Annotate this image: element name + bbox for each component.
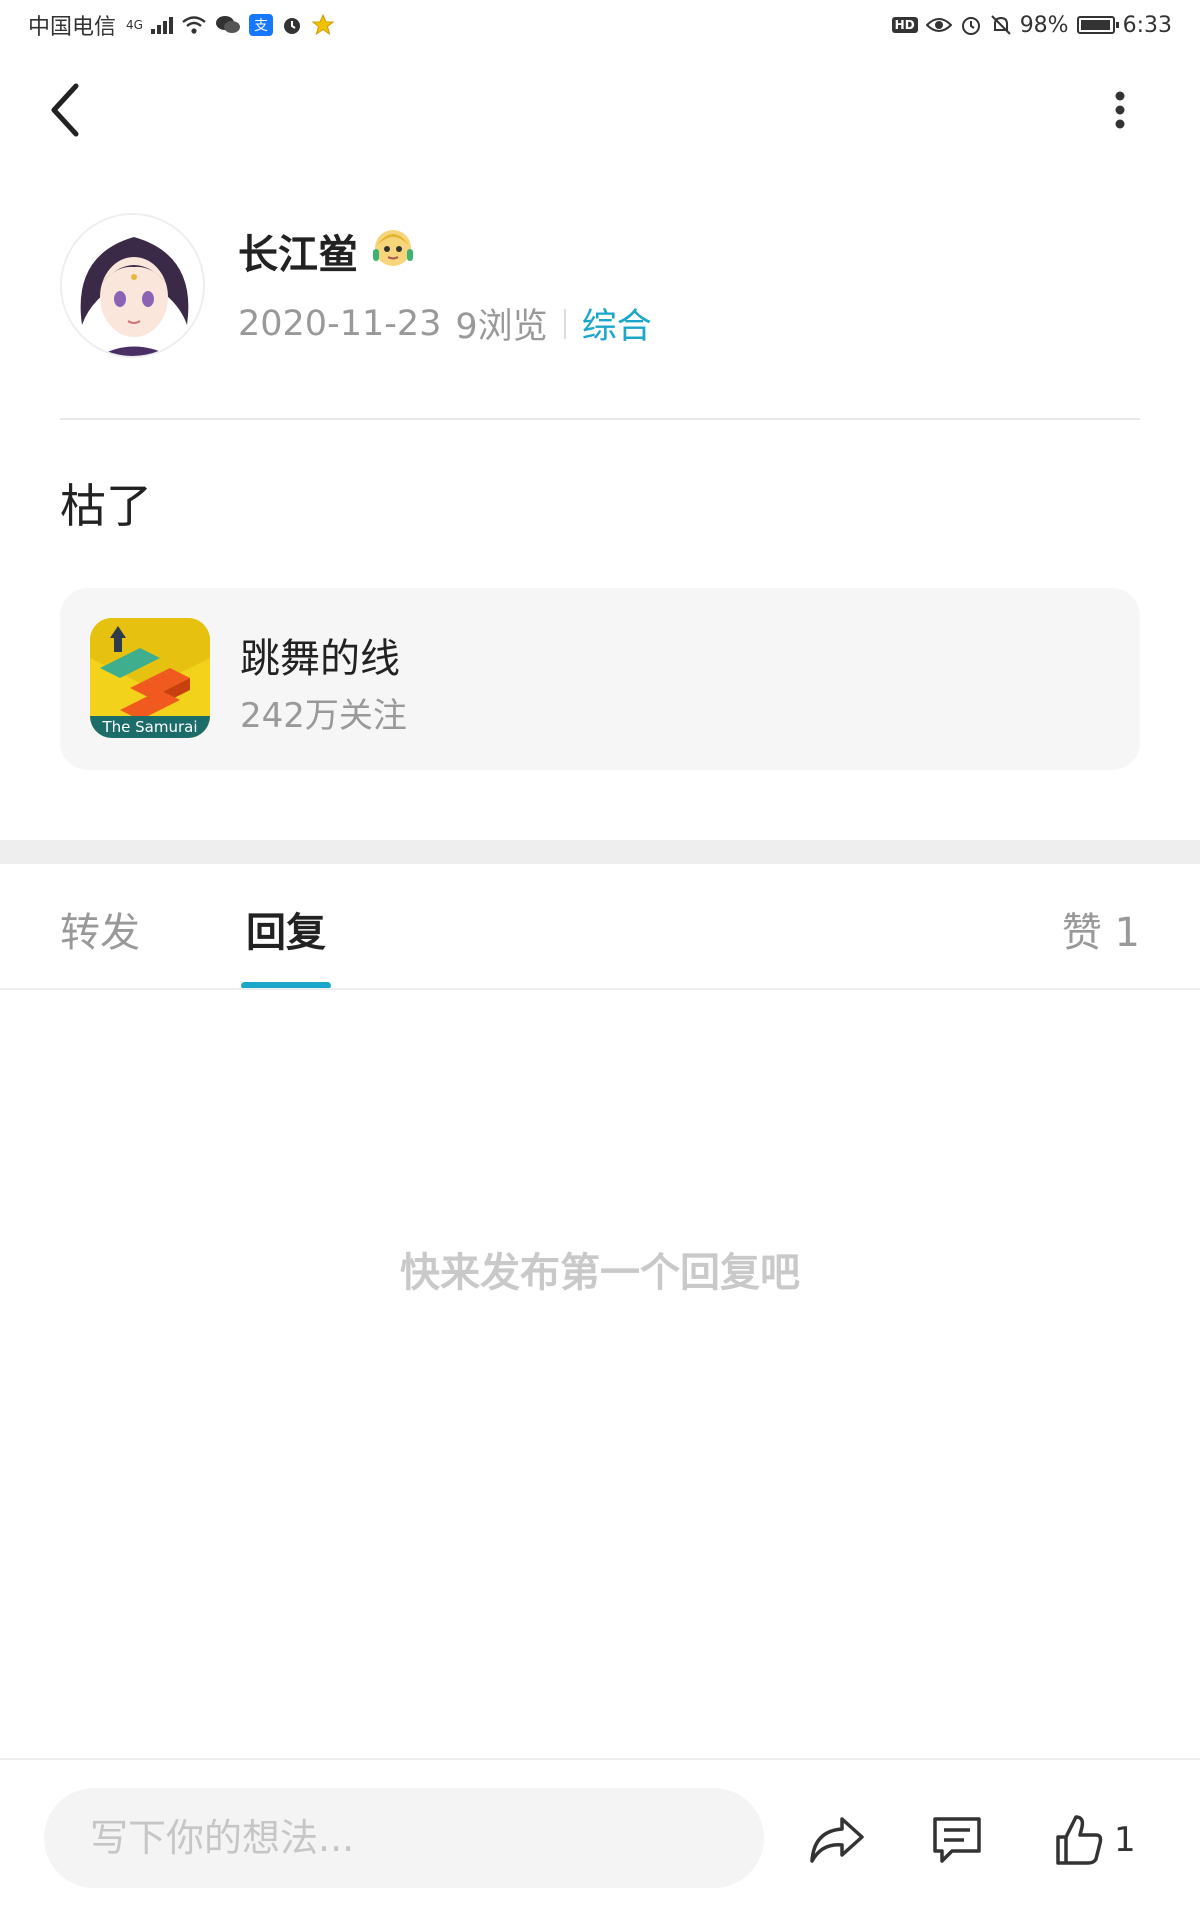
network-type: 4G bbox=[126, 18, 143, 32]
game-name: 跳舞的线 bbox=[240, 636, 400, 682]
alarm-clock-icon bbox=[960, 14, 982, 36]
comment-button[interactable] bbox=[930, 1808, 984, 1872]
category-link[interactable]: 综合 bbox=[582, 298, 652, 349]
tab-forward[interactable]: 转发 bbox=[60, 900, 140, 958]
status-bar: 中国电信 4G 支 HD 98% 6:33 bbox=[0, 0, 1200, 50]
meta-separator bbox=[563, 308, 566, 339]
status-bar-left: 中国电信 4G 支 bbox=[28, 9, 335, 41]
game-card[interactable]: The Samurai 跳舞的线 242万关注 bbox=[60, 588, 1140, 770]
view-count: 9浏览 bbox=[455, 307, 548, 347]
back-button[interactable] bbox=[40, 80, 90, 140]
more-vertical-icon bbox=[1115, 91, 1125, 129]
tab-reply[interactable]: 回复 bbox=[246, 900, 326, 958]
mute-icon bbox=[990, 14, 1012, 36]
author-name-row: 长江鲎 bbox=[238, 222, 416, 280]
section-separator bbox=[0, 840, 1200, 864]
author-divider bbox=[60, 418, 1140, 420]
empty-replies-message: 快来发布第一个回复吧 bbox=[400, 1250, 800, 1296]
author-name[interactable]: 长江鲎 bbox=[238, 222, 358, 280]
wifi-icon bbox=[181, 15, 207, 35]
post-content: 枯了 bbox=[60, 479, 152, 533]
alipay-icon: 支 bbox=[248, 14, 273, 36]
user-badge-icon bbox=[370, 223, 416, 279]
star-app-icon bbox=[311, 13, 335, 37]
signal-icon bbox=[150, 16, 173, 34]
tabs-divider bbox=[0, 988, 1200, 990]
hd-badge: HD bbox=[891, 17, 918, 33]
more-button[interactable] bbox=[1090, 80, 1150, 140]
game-icon: The Samurai bbox=[90, 618, 210, 738]
bottom-bar-divider bbox=[0, 1758, 1200, 1760]
alarm-icon bbox=[281, 14, 303, 36]
clock: 6:33 bbox=[1122, 12, 1172, 38]
battery-icon bbox=[1076, 16, 1119, 34]
like-count: 1 bbox=[1114, 1820, 1136, 1860]
post-date: 2020-11-23 bbox=[238, 303, 442, 344]
thumbs-up-icon bbox=[1056, 1815, 1103, 1865]
status-bar-right: HD 98% 6:33 bbox=[891, 12, 1172, 38]
chevron-left-icon bbox=[51, 83, 79, 137]
game-followers: 242万关注 bbox=[240, 696, 407, 736]
like-button[interactable]: 1 bbox=[1054, 1808, 1136, 1872]
tab-like[interactable]: 赞 1 bbox=[1062, 900, 1140, 958]
share-icon bbox=[810, 1817, 864, 1863]
share-button[interactable] bbox=[808, 1808, 866, 1872]
eye-icon bbox=[925, 16, 952, 34]
avatar-image bbox=[62, 215, 203, 356]
comment-input[interactable] bbox=[44, 1788, 764, 1888]
avatar[interactable] bbox=[60, 213, 205, 358]
post-meta: 2020-11-23 9浏览 综合 bbox=[238, 298, 652, 349]
battery-percent: 98% bbox=[1019, 12, 1069, 38]
carrier-label: 中国电信 bbox=[28, 15, 117, 40]
wechat-icon bbox=[215, 14, 241, 36]
game-icon-caption: The Samurai bbox=[101, 718, 197, 736]
comment-icon bbox=[933, 1817, 981, 1863]
